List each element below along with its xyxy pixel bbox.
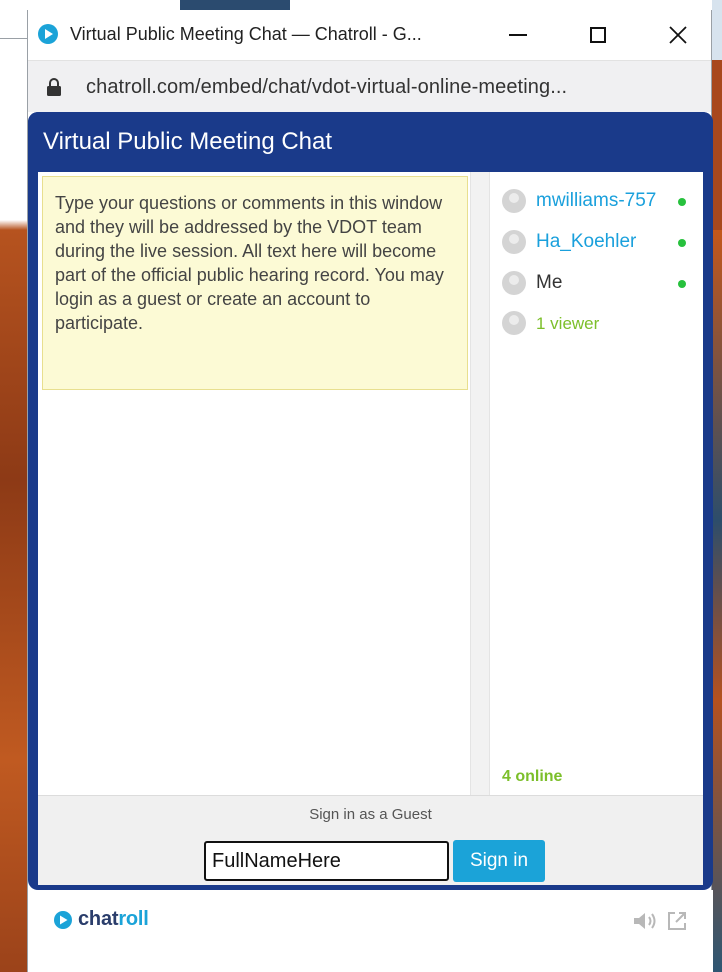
signin-area: Sign in as a Guest Sign in [38, 795, 703, 885]
avatar [502, 271, 526, 295]
brand-name: chatroll [78, 908, 149, 931]
chat-frame: Virtual Public Meeting Chat Type your qu… [28, 112, 713, 890]
avatar [502, 311, 526, 335]
sound-icon[interactable] [632, 910, 658, 932]
chatroll-logo[interactable]: chatroll [54, 908, 149, 931]
background-page-left [0, 60, 27, 972]
minimize-icon [509, 34, 527, 36]
user-list-item[interactable]: Ha_Koehler [502, 227, 702, 257]
chat-title: Virtual Public Meeting Chat [43, 128, 333, 155]
chat-notice: Type your questions or comments in this … [42, 176, 468, 390]
close-icon [669, 26, 687, 44]
online-count: 4 online [502, 768, 563, 785]
user-list-item: 1 viewer [502, 308, 702, 338]
viewer-count: 1 viewer [536, 314, 600, 333]
title-bar[interactable]: Virtual Public Meeting Chat — Chatroll -… [28, 10, 711, 60]
lock-icon [47, 78, 61, 96]
user-name[interactable]: Ha_Koehler [536, 231, 636, 253]
user-name[interactable]: mwilliams-757 [536, 190, 656, 212]
online-indicator [678, 198, 686, 206]
user-list-item[interactable]: mwilliams-757 [502, 186, 702, 216]
user-name: Me [536, 272, 563, 293]
chatroll-logo-icon [54, 910, 72, 929]
chatroll-app-icon [38, 24, 58, 44]
address-bar[interactable]: chatroll.com/embed/chat/vdot-virtual-onl… [28, 60, 711, 112]
minimize-button[interactable] [493, 10, 543, 60]
avatar [502, 230, 526, 254]
message-pane[interactable]: Type your questions or comments in this … [38, 172, 478, 795]
online-indicator [678, 280, 686, 288]
popout-icon[interactable] [666, 910, 688, 932]
background-page-right [712, 0, 722, 972]
chat-header: Virtual Public Meeting Chat [28, 112, 713, 172]
signin-button[interactable]: Sign in [453, 840, 545, 882]
close-button[interactable] [653, 10, 703, 60]
online-indicator [678, 239, 686, 247]
background-divider [0, 38, 27, 39]
maximize-icon [590, 27, 606, 43]
window-title: Virtual Public Meeting Chat — Chatroll -… [70, 24, 422, 44]
maximize-button[interactable] [573, 10, 623, 60]
brand-suffix: roll [118, 908, 149, 930]
pane-divider[interactable] [470, 172, 490, 795]
signin-label: Sign in as a Guest [309, 806, 432, 823]
guest-name-input[interactable] [204, 841, 449, 881]
brand-prefix: chat [78, 908, 119, 930]
chat-body: Type your questions or comments in this … [38, 172, 703, 795]
footer: chatroll [28, 890, 713, 972]
user-list-item[interactable]: Me [502, 268, 702, 298]
user-list: mwilliams-757 Ha_Koehler Me 1 viewer 4 o… [490, 172, 703, 795]
background-banner [180, 0, 290, 10]
url-text[interactable]: chatroll.com/embed/chat/vdot-virtual-onl… [86, 76, 567, 99]
popup-window: Virtual Public Meeting Chat — Chatroll -… [27, 10, 713, 972]
avatar [502, 189, 526, 213]
